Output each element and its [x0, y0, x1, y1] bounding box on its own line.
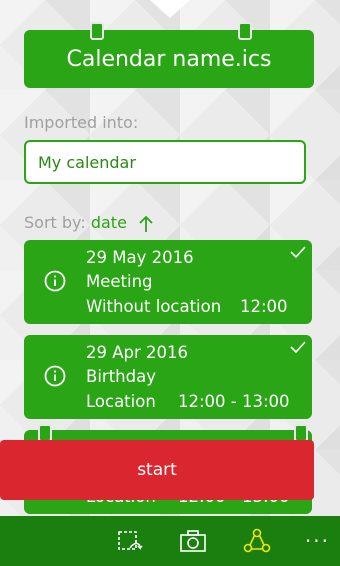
event-time: 12:00 - 13:00 [178, 392, 290, 411]
event-title: Birthday [86, 367, 156, 386]
calendar-select[interactable]: My calendar [24, 140, 306, 184]
sort-ascending-icon[interactable] [138, 215, 154, 233]
sort-row[interactable]: Sort by: date [24, 213, 154, 233]
sort-by-value[interactable]: date [91, 213, 127, 232]
select-icon[interactable] [116, 528, 144, 554]
start-button-label: start [137, 460, 177, 480]
event-time: 12:00 [240, 297, 288, 316]
event-title: Meeting [86, 272, 153, 291]
event-card[interactable]: 29 May 2016 Meeting Without location 12:… [24, 240, 312, 324]
event-location: Without location [86, 297, 222, 316]
calendar-title-bar: Calendar name.ics [24, 22, 314, 88]
event-card[interactable]: 29 Apr 2016 Birthday Location 12:00 - 13… [24, 335, 312, 419]
check-icon [290, 246, 306, 258]
imported-into-label: Imported into: [24, 113, 139, 132]
start-button[interactable]: start [0, 440, 314, 500]
top-notch [150, 0, 190, 18]
sort-by-label: Sort by: [24, 213, 86, 232]
calendar-file-name: Calendar name.ics [66, 46, 272, 72]
info-icon[interactable] [44, 270, 66, 292]
event-location: Location [86, 392, 156, 411]
share-icon[interactable] [243, 528, 271, 554]
binder-ring-left [90, 22, 104, 40]
more-menu-button[interactable]: ··· [305, 529, 330, 553]
binder-ring-right [238, 22, 252, 40]
check-icon [290, 341, 306, 353]
event-date: 29 May 2016 [86, 248, 194, 267]
app-bar: ··· [0, 516, 340, 566]
camera-icon[interactable] [179, 528, 207, 554]
info-icon[interactable] [44, 365, 66, 387]
event-date: 29 Apr 2016 [86, 343, 189, 362]
calendar-select-value: My calendar [38, 152, 136, 172]
